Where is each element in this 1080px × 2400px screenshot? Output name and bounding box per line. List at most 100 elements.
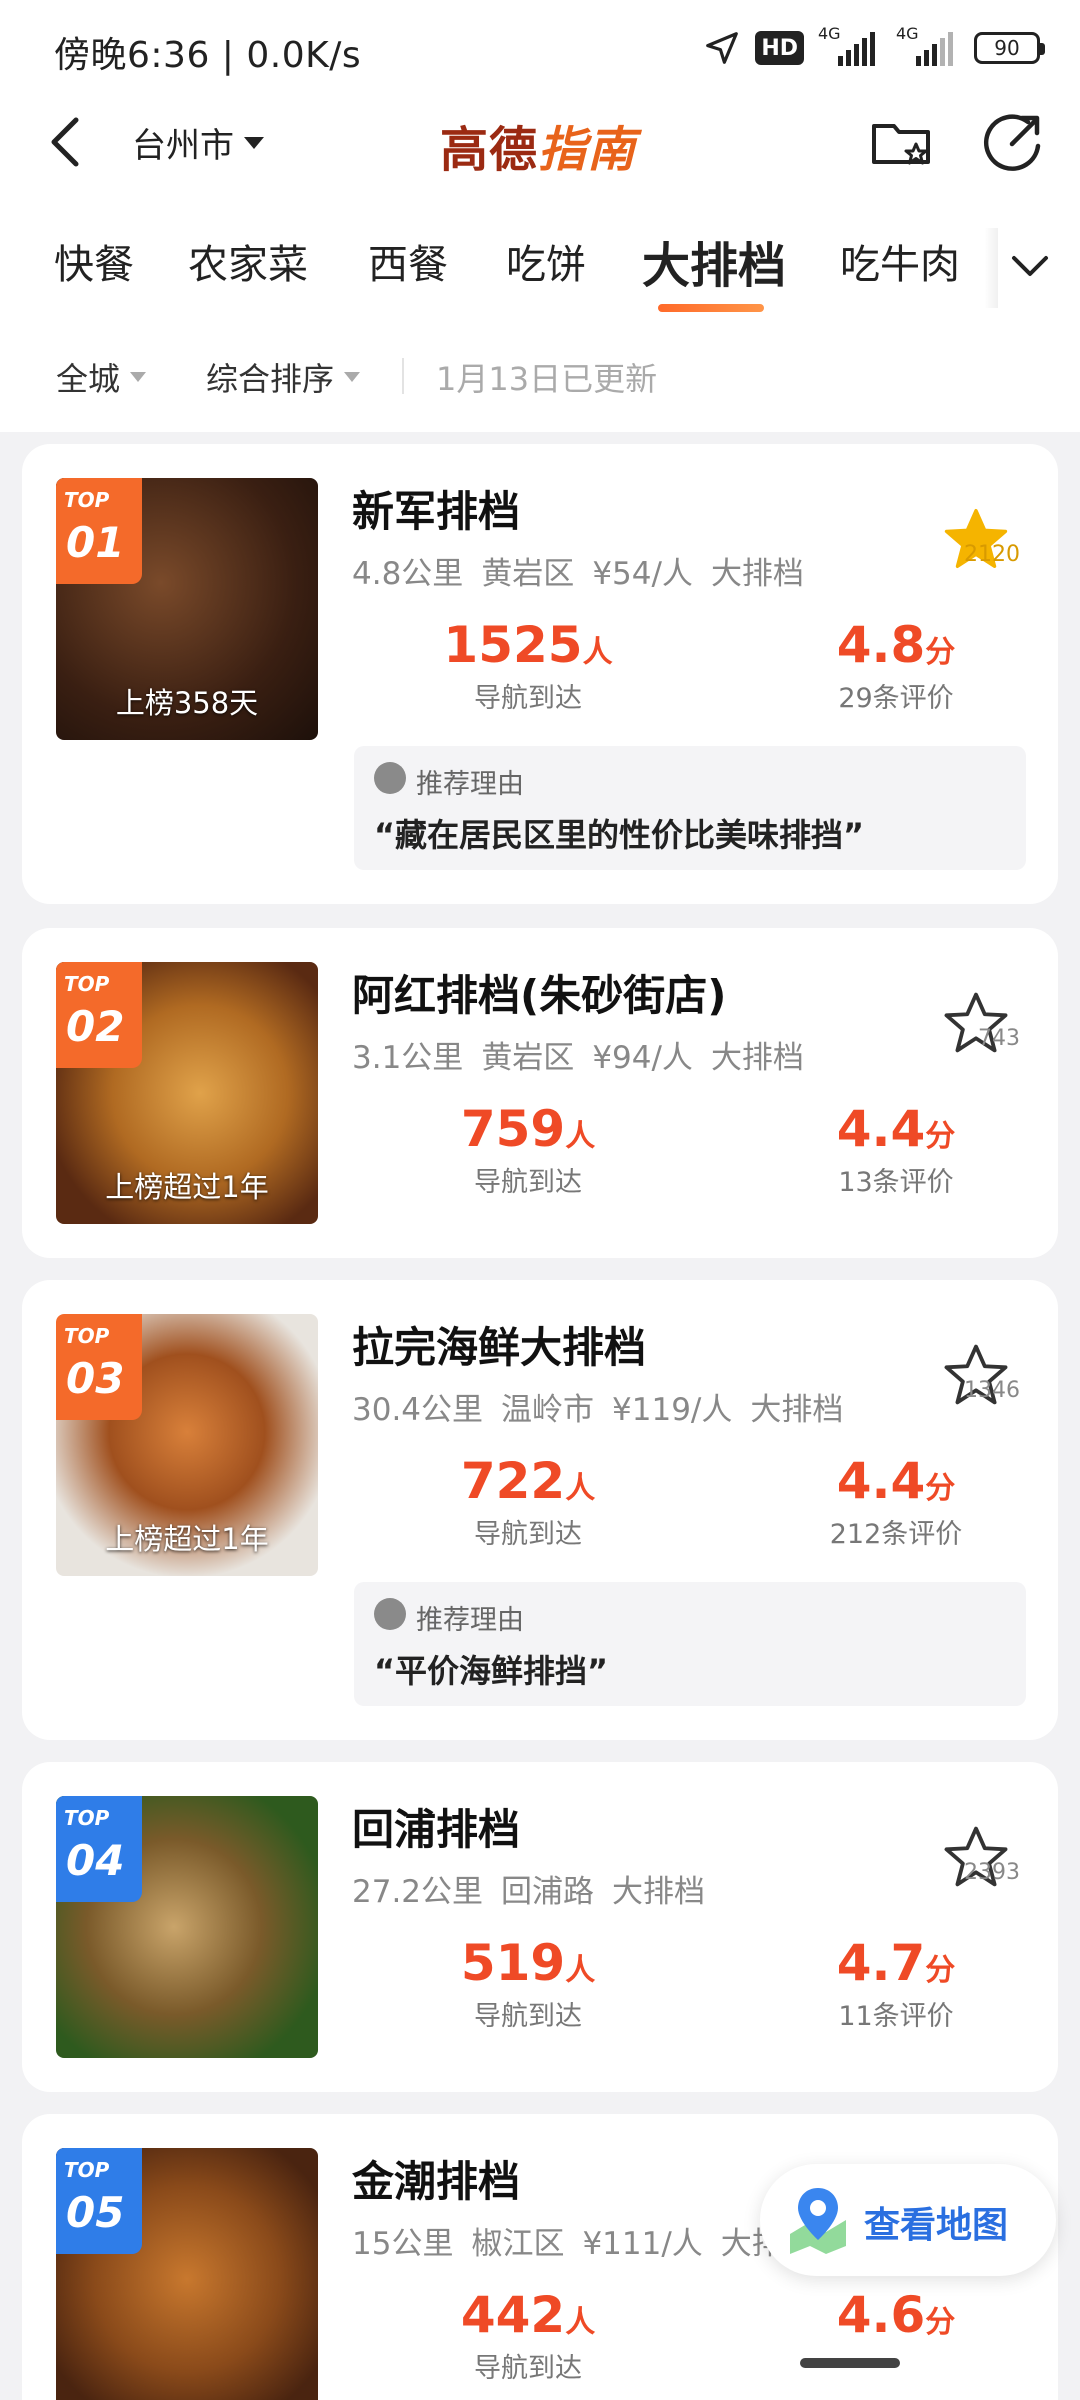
- tab-chibing[interactable]: 吃饼: [506, 232, 586, 290]
- favorite-button[interactable]: 1346: [936, 1340, 1020, 1420]
- score-value: 4.6: [836, 2286, 926, 2344]
- restaurant-photo: TOP 01 上榜358天: [56, 478, 318, 740]
- price: ¥54/人: [592, 556, 693, 592]
- distance: 15公里: [352, 2226, 454, 2262]
- chevron-down-icon: [1012, 256, 1048, 276]
- rank-top-label: TOP: [64, 1806, 110, 1830]
- view-map-button[interactable]: 查看地图: [760, 2164, 1056, 2276]
- price: ¥94/人: [592, 1040, 693, 1076]
- share-button[interactable]: [976, 108, 1048, 180]
- reason-title: 推荐理由: [416, 769, 524, 800]
- rank-number: 04: [66, 1836, 125, 1885]
- restaurant-card[interactable]: TOP 01 上榜358天 新军排档 4.8公里 黄岩区 ¥54/人 大排档 2120…: [22, 444, 1058, 904]
- restaurant-card[interactable]: TOP 03 上榜超过1年 拉完海鲜大排档 30.4公里 温岭市 ¥119/人 大排档…: [22, 1280, 1058, 1740]
- rank-badge: TOP 04: [56, 1796, 142, 1902]
- rank-number: 05: [66, 2188, 125, 2237]
- header-area: 傍晚6:36 | 0.0K/s HD 4G 4G 90 台州市 高德指南 快餐 …: [0, 0, 1080, 432]
- category: 大排档: [750, 1392, 844, 1428]
- navigation-stat: 442人 导航到达: [418, 2286, 638, 2385]
- tab-dapaidang[interactable]: 大排档: [642, 226, 786, 296]
- tab-chiniurou[interactable]: 吃牛肉: [840, 232, 960, 290]
- restaurant-meta: 30.4公里 温岭市 ¥119/人 大排档: [352, 1384, 861, 1429]
- home-indicator: [800, 2358, 900, 2368]
- restaurant-name[interactable]: 金潮排档: [352, 2148, 520, 2209]
- brand-part-a: 高德: [440, 122, 539, 178]
- status-bar: 傍晚6:36 | 0.0K/s HD 4G 4G 90: [0, 0, 1080, 96]
- navigation-label: 导航到达: [474, 683, 582, 714]
- dropdown-icon: [130, 372, 147, 382]
- favorite-button[interactable]: 743: [936, 988, 1020, 1068]
- navigation-count: 722: [460, 1452, 566, 1510]
- price: ¥111/人: [582, 2226, 703, 2262]
- restaurant-name[interactable]: 新军排档: [352, 478, 520, 539]
- days-on-list: 上榜超过1年: [105, 1170, 269, 1204]
- city-selector[interactable]: 台州市: [132, 118, 264, 167]
- rank-badge: TOP 01: [56, 478, 142, 584]
- tab-xican[interactable]: 西餐: [368, 232, 448, 290]
- people-unit: 人: [582, 635, 613, 670]
- score-value: 4.4: [836, 1452, 926, 1510]
- status-icons: HD 4G 4G 90: [703, 24, 1045, 70]
- recommend-reason: 推荐理由 “藏在居民区里的性价比美味排挡”: [354, 746, 1026, 870]
- category: 大排档: [612, 1874, 706, 1910]
- area: 温岭市: [501, 1392, 595, 1428]
- restaurant-meta: 4.8公里 黄岩区 ¥54/人 大排档: [352, 548, 822, 593]
- signal-icon-2: 4G: [896, 24, 960, 66]
- collection-button[interactable]: [866, 108, 938, 180]
- category-tabs: 快餐 农家菜 西餐 吃饼 大排档 吃牛肉: [0, 222, 1080, 312]
- restaurant-meta: 15公里 椒江区 ¥111/人 大排: [352, 2218, 801, 2263]
- dropdown-icon: [344, 372, 361, 382]
- tab-nongjiacai[interactable]: 农家菜: [188, 232, 308, 290]
- favorite-button[interactable]: 2120: [936, 504, 1020, 584]
- distance: 4.8公里: [352, 556, 464, 592]
- net-label: 4G: [818, 24, 841, 43]
- updated-text: 1月13日已更新: [436, 360, 658, 398]
- area: 椒江区: [471, 2226, 565, 2262]
- area: 黄岩区: [481, 1040, 575, 1076]
- rank-badge: TOP 02: [56, 962, 142, 1068]
- brand-part-b: 指南: [538, 122, 637, 178]
- score-unit: 分: [925, 1953, 956, 1988]
- restaurant-photo: TOP 05: [56, 2148, 318, 2400]
- area-filter-label: 全城: [56, 360, 121, 398]
- rank-top-label: TOP: [64, 488, 110, 512]
- back-button[interactable]: [38, 110, 98, 174]
- people-unit: 人: [565, 1471, 596, 1506]
- recommend-reason: 推荐理由 “平价海鲜排挡”: [354, 1582, 1026, 1706]
- review-count: 29条评价: [838, 683, 954, 714]
- avatar: [374, 762, 406, 794]
- score-value: 4.7: [836, 1934, 926, 1992]
- score-stat: 4.7分 11条评价: [786, 1934, 1006, 2033]
- restaurant-card[interactable]: TOP 04 回浦排档 27.2公里 回浦路 大排档 2393 519人 导航到达 …: [22, 1762, 1058, 2092]
- reason-text: “藏在居民区里的性价比美味排挡”: [374, 816, 865, 854]
- people-unit: 人: [565, 2305, 596, 2340]
- favorite-count: 2120: [964, 542, 1020, 567]
- brand-logo: 高德指南: [440, 110, 636, 180]
- restaurant-card[interactable]: TOP 02 上榜超过1年 阿红排档(朱砂街店) 3.1公里 黄岩区 ¥94/人 大排…: [22, 928, 1058, 1258]
- favorite-button[interactable]: 2393: [936, 1822, 1020, 1902]
- score-unit: 分: [925, 1119, 956, 1154]
- rank-number: 02: [66, 1002, 125, 1051]
- restaurant-name[interactable]: 回浦排档: [352, 1796, 520, 1857]
- score-value: 4.8: [836, 616, 926, 674]
- score-stat: 4.8分 29条评价: [786, 616, 1006, 715]
- expand-tabs-button[interactable]: [1004, 246, 1056, 286]
- battery-icon: 90: [974, 32, 1045, 64]
- sort-filter[interactable]: 综合排序: [206, 354, 361, 400]
- restaurant-meta: 27.2公里 回浦路 大排档: [352, 1866, 723, 1911]
- back-arrow-icon: [51, 117, 79, 167]
- distance: 3.1公里: [352, 1040, 464, 1076]
- navigation-stat: 759人 导航到达: [418, 1100, 638, 1199]
- review-count: 212条评价: [829, 1519, 963, 1550]
- nav-bar: 台州市 高德指南: [0, 96, 1080, 196]
- tab-kuaican[interactable]: 快餐: [54, 232, 134, 290]
- people-unit: 人: [565, 1953, 596, 1988]
- restaurant-name[interactable]: 拉完海鲜大排档: [352, 1314, 646, 1375]
- distance: 30.4公里: [352, 1392, 484, 1428]
- area-filter[interactable]: 全城: [56, 354, 147, 400]
- restaurant-name[interactable]: 阿红排档(朱砂街店): [352, 962, 726, 1023]
- hd-badge: HD: [755, 31, 804, 65]
- navigation-count: 519: [460, 1934, 566, 1992]
- sort-filter-label: 综合排序: [206, 360, 335, 398]
- map-pin-icon: [790, 2188, 846, 2254]
